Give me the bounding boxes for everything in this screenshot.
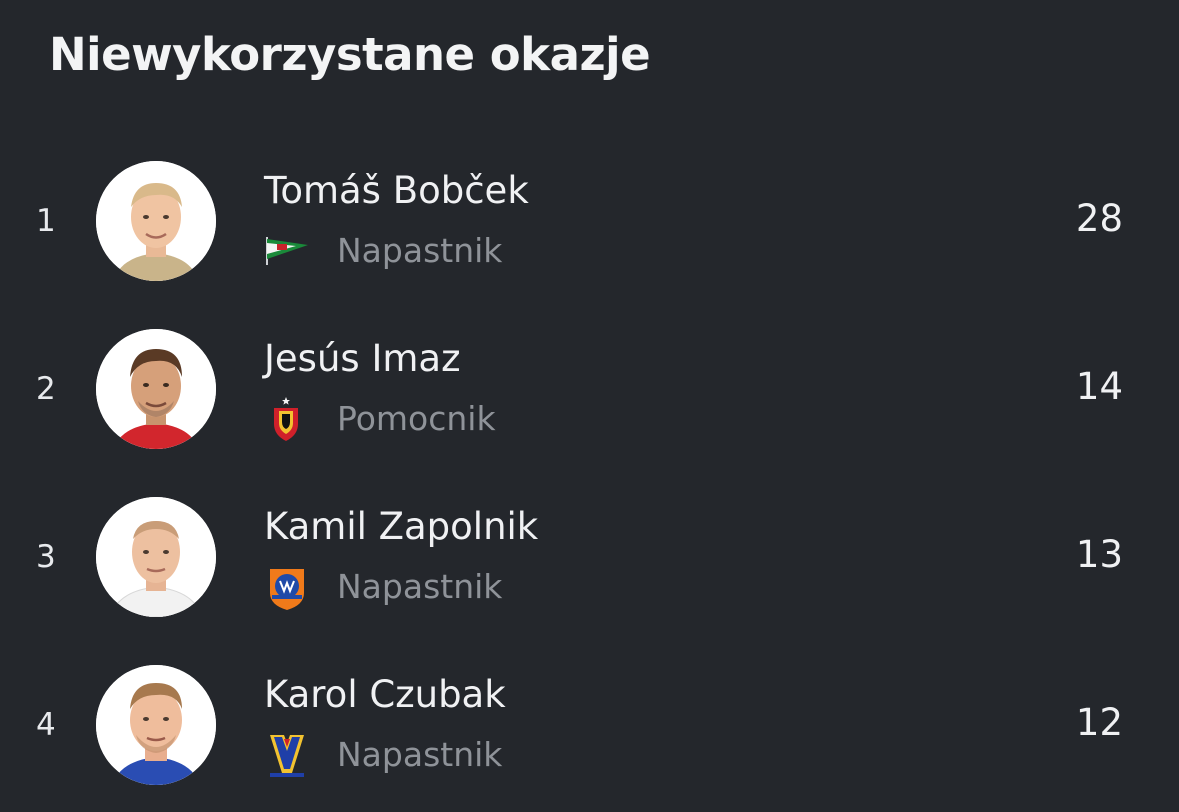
jagiellonia-crest-icon	[262, 397, 312, 443]
player-position: Napastnik	[337, 231, 503, 270]
motor-crest-icon	[262, 733, 312, 779]
player-row[interactable]: 1 Tomáš Bobček Napastnik 28	[0, 141, 1179, 301]
player-row[interactable]: 3 Kamil Zapolnik Napastnik 13	[0, 477, 1179, 637]
player-row[interactable]: 2 Jesús Imaz Pomocnik 14	[0, 309, 1179, 469]
lechia-flag-crest-icon	[262, 229, 312, 275]
stat-value: 13	[1075, 533, 1123, 576]
player-avatar[interactable]	[96, 665, 216, 785]
page-title: Niewykorzystane okazje	[49, 28, 651, 81]
player-avatar[interactable]	[96, 161, 216, 281]
player-position: Pomocnik	[337, 399, 496, 438]
player-rank: 3	[36, 539, 56, 575]
stat-value: 12	[1075, 701, 1123, 744]
stat-value: 28	[1075, 197, 1123, 240]
player-avatar[interactable]	[96, 329, 216, 449]
player-position: Napastnik	[337, 567, 503, 606]
player-rank: 1	[36, 203, 56, 239]
player-position: Napastnik	[337, 735, 503, 774]
player-avatar[interactable]	[96, 497, 216, 617]
player-name[interactable]: Karol Czubak	[264, 673, 506, 716]
bruk-bet-crest-icon	[262, 565, 312, 611]
stat-value: 14	[1075, 365, 1123, 408]
player-rank: 2	[36, 371, 56, 407]
player-rank: 4	[36, 707, 56, 743]
player-row[interactable]: 4 Karol Czubak Napastnik 12	[0, 645, 1179, 805]
player-name[interactable]: Tomáš Bobček	[264, 169, 529, 212]
player-name[interactable]: Jesús Imaz	[264, 337, 461, 380]
player-name[interactable]: Kamil Zapolnik	[264, 505, 538, 548]
